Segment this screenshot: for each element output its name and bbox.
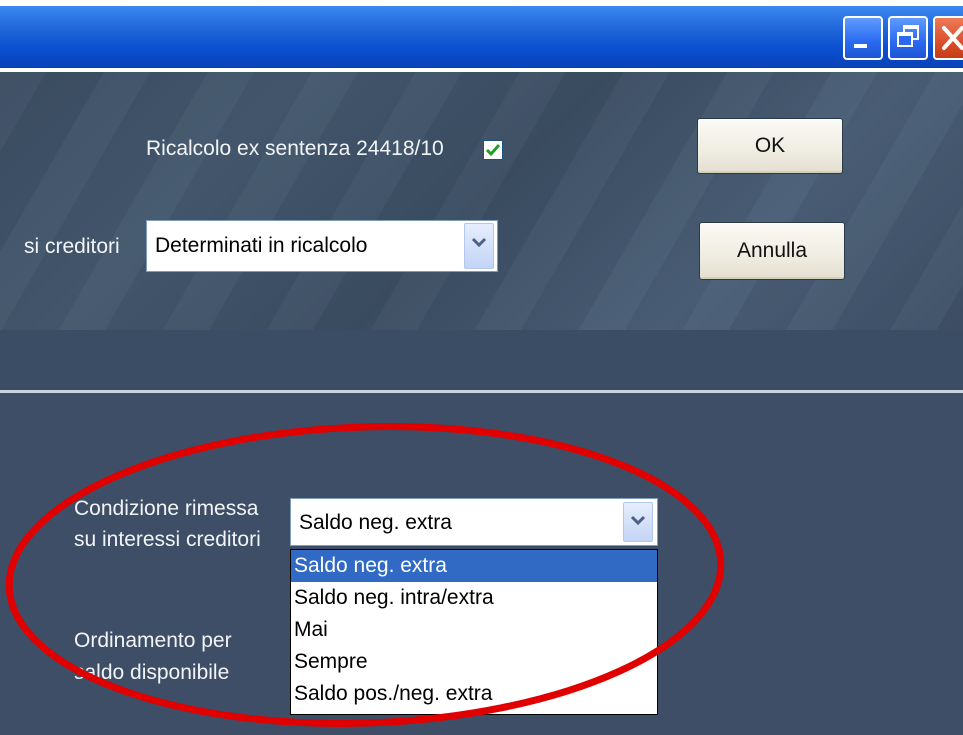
condition-select[interactable]: Saldo neg. extra <box>290 498 658 546</box>
condition-select-value: Saldo neg. extra <box>299 511 452 534</box>
creditors-label: si creditori <box>24 235 120 258</box>
chevron-down-icon <box>630 515 646 526</box>
close-icon <box>942 26 963 50</box>
ordering-label-line2: saldo disponibile <box>74 661 230 684</box>
restore-icon <box>897 25 919 47</box>
top-panel <box>0 72 963 330</box>
ok-button[interactable]: OK <box>697 118 843 174</box>
checkmark-icon <box>485 144 501 157</box>
creditors-select-value: Determinati in ricalcolo <box>155 234 368 257</box>
dropdown-option[interactable]: Saldo neg. extra <box>291 550 657 582</box>
dropdown-option[interactable]: Sempre <box>291 646 657 678</box>
restore-button[interactable] <box>888 16 928 60</box>
cancel-button[interactable]: Annulla <box>699 222 845 280</box>
title-bar <box>0 6 963 68</box>
dropdown-option[interactable]: Mai <box>291 614 657 646</box>
recalc-label: Ricalcolo ex sentenza 24418/10 <box>146 137 444 160</box>
creditors-select-arrow[interactable] <box>464 223 494 269</box>
condition-select-arrow[interactable] <box>623 502 653 542</box>
condition-label-line2: su interessi creditori <box>74 528 261 551</box>
recalc-checkbox[interactable] <box>483 140 503 160</box>
minimize-button[interactable] <box>843 16 883 60</box>
minimize-icon <box>854 44 867 48</box>
ordering-label-line1: Ordinamento per <box>74 629 232 652</box>
middle-band <box>0 330 963 390</box>
creditors-select[interactable]: Determinati in ricalcolo <box>146 220 498 272</box>
close-button[interactable] <box>933 16 963 60</box>
dropdown-option[interactable]: Saldo neg. intra/extra <box>291 582 657 614</box>
dialog-window: Ricalcolo ex sentenza 24418/10 OK si cre… <box>0 0 963 735</box>
condition-label-line1: Condizione rimessa <box>74 497 259 520</box>
condition-dropdown-list: Saldo neg. extra Saldo neg. intra/extra … <box>290 549 658 715</box>
chevron-down-icon <box>471 237 487 248</box>
dropdown-option[interactable]: Saldo pos./neg. extra <box>291 678 657 710</box>
